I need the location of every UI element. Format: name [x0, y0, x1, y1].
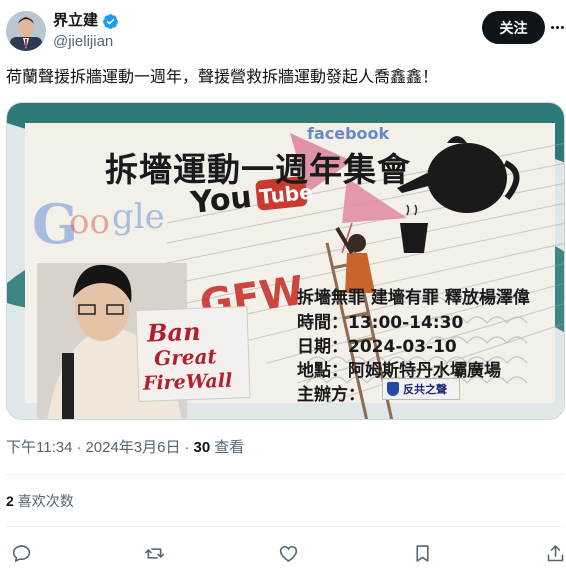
divider: [6, 526, 565, 527]
divider: [6, 474, 565, 475]
svg-text:gle: gle: [112, 197, 165, 237]
share-icon[interactable]: [542, 540, 566, 566]
poster-organizer-label: 主辦方：: [297, 385, 365, 405]
user-handle[interactable]: @jielijian: [53, 33, 113, 51]
name-row: 界立建: [53, 12, 119, 30]
verified-badge-icon: [102, 13, 119, 30]
protest-sign: Ban Great FireWall: [135, 306, 251, 402]
follow-button[interactable]: 关注: [482, 11, 545, 44]
tweet-meta: 下午11:34 · 2024年3月6日 · 30 查看: [6, 439, 244, 457]
bookmark-icon[interactable]: [409, 540, 435, 566]
tweet-media-image[interactable]: G oo gle You Tube facebook GFW 拆墻運動一週年集會…: [6, 102, 565, 420]
poster-title: 拆墻運動一週年集會: [105, 150, 411, 189]
reply-icon[interactable]: [8, 540, 34, 566]
poster-time: 時間：13:00-14:30: [297, 313, 464, 333]
poster-slogan: 拆墻無罪 建墻有罪 釋放楊澤偉: [297, 288, 530, 308]
heart-icon[interactable]: [275, 540, 301, 566]
sign-line-2: Great: [153, 344, 218, 371]
organizer-badge: 反共之聲: [382, 378, 460, 400]
more-options-icon[interactable]: [549, 16, 565, 38]
svg-text:facebook: facebook: [307, 124, 390, 143]
organizer-name: 反共之聲: [403, 383, 447, 396]
tweet-header: 界立建 @jielijian 关注: [0, 0, 566, 64]
views-label: 查看: [214, 439, 245, 456]
action-bar: [0, 540, 566, 566]
tweet-text: 荷蘭聲援拆牆運動一週年，聲援營救拆牆運動發起人喬鑫鑫！: [6, 69, 439, 86]
likes-summary[interactable]: 2 喜欢次数: [6, 492, 74, 510]
shield-icon: [387, 382, 399, 396]
svg-text:oo: oo: [69, 202, 110, 242]
tweet-date[interactable]: 2024年3月6日: [85, 439, 180, 457]
retweet-icon[interactable]: [141, 540, 167, 566]
tweet-time[interactable]: 下午11:34: [6, 439, 72, 457]
likes-label: 喜欢次数: [17, 493, 74, 509]
poster-date: 日期：2024-03-10: [297, 337, 457, 357]
avatar[interactable]: [6, 11, 46, 51]
sign-line-1: Ban: [146, 316, 202, 348]
likes-count: 2: [6, 493, 14, 509]
meta-separator-2: ·: [184, 439, 190, 456]
sign-line-3: FireWall: [142, 369, 233, 395]
views-count: 30: [193, 439, 211, 456]
display-name[interactable]: 界立建: [53, 12, 98, 30]
meta-separator: ·: [76, 439, 82, 456]
